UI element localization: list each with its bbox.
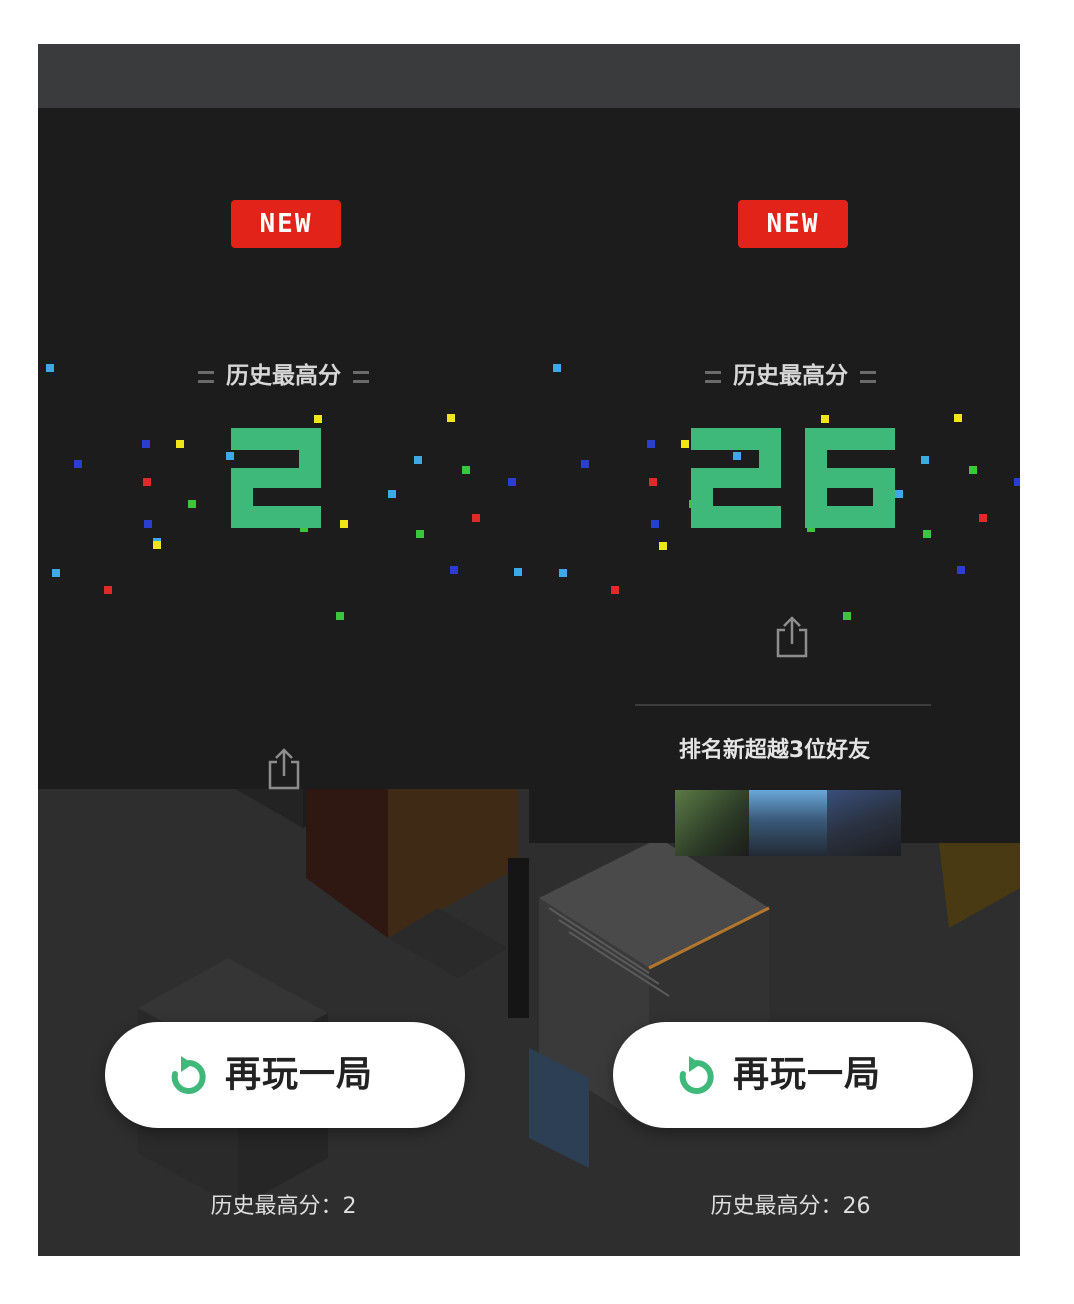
decorative-bars-icon [353, 370, 369, 383]
refresh-icon [171, 1056, 206, 1094]
friend-avatar-2[interactable] [749, 790, 827, 856]
top-bar [38, 44, 1020, 108]
decorative-bars-icon [705, 370, 721, 383]
footer-high-score-value: 2 [342, 1194, 357, 1219]
decorative-bars-icon [198, 370, 214, 383]
high-score-heading-text: 历史最高分 [733, 363, 848, 389]
game-over-comparison: NEW 历史最高分 再玩一局 历史最高分：2 NEW 历史最高分 排名新超越3位… [38, 44, 1020, 1256]
play-again-label: 再玩一局 [225, 1054, 374, 1095]
friend-avatar-1[interactable] [675, 790, 749, 856]
score-display [691, 428, 895, 528]
share-icon[interactable] [266, 746, 302, 790]
new-record-badge: NEW [231, 200, 341, 248]
refresh-icon [679, 1056, 714, 1094]
footer-high-score-label: 历史最高分： [210, 1194, 343, 1219]
play-again-label: 再玩一局 [733, 1054, 882, 1095]
high-score-heading: 历史最高分 [38, 356, 529, 390]
left-game-over-panel: NEW 历史最高分 再玩一局 历史最高分：2 [38, 108, 529, 1256]
score-display [231, 428, 321, 528]
footer-high-score-label: 历史最高分： [710, 1194, 843, 1219]
friend-avatar-3[interactable] [827, 790, 901, 856]
play-again-button[interactable]: 再玩一局 [613, 1022, 973, 1128]
high-score-heading: 历史最高分 [545, 356, 1020, 390]
share-icon[interactable] [774, 614, 810, 658]
right-game-over-panel: NEW 历史最高分 排名新超越3位好友 再玩一局 历史最高分：26 [529, 108, 1020, 1256]
section-divider [635, 704, 931, 706]
play-again-button[interactable]: 再玩一局 [105, 1022, 465, 1128]
surpassed-friends-avatars [675, 790, 901, 856]
high-score-heading-text: 历史最高分 [226, 363, 341, 389]
rank-surpass-message: 排名新超越3位好友 [678, 738, 871, 763]
footer-high-score-value: 26 [842, 1194, 871, 1219]
footer-high-score: 历史最高分：26 [545, 1188, 1020, 1220]
new-record-badge: NEW [738, 200, 848, 248]
footer-high-score: 历史最高分：2 [38, 1188, 529, 1220]
decorative-bars-icon [860, 370, 876, 383]
